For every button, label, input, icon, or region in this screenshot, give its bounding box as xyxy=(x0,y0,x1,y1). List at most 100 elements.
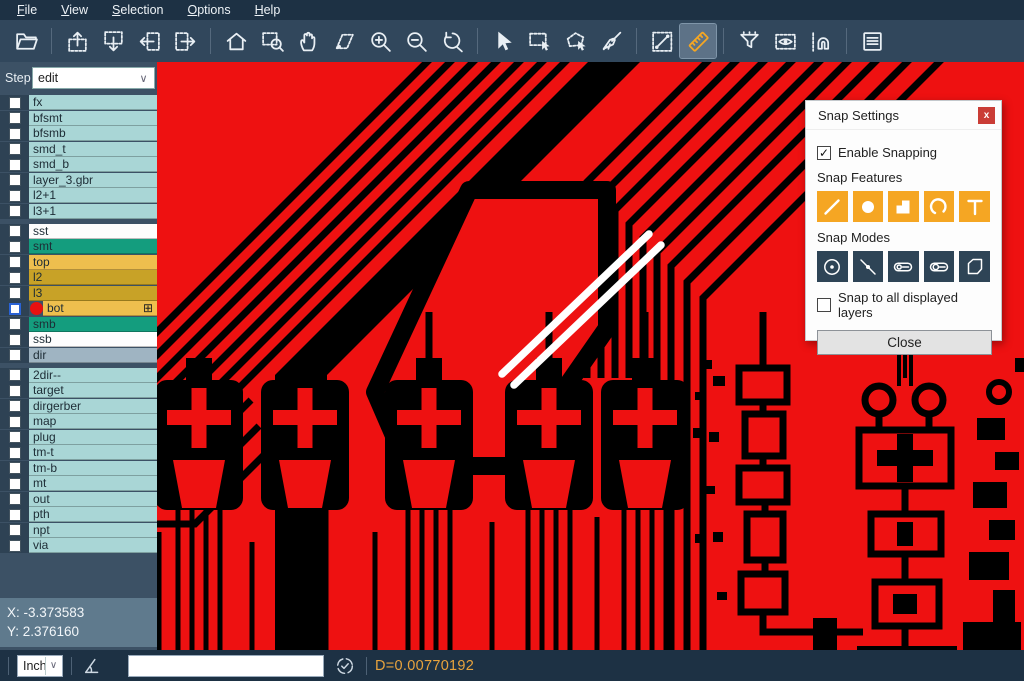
layer-visibility-checkbox[interactable] xyxy=(9,334,21,346)
layer-name-bar[interactable]: bfsmb xyxy=(29,126,157,141)
layer-name-bar[interactable]: mt xyxy=(29,476,157,491)
layer-visibility-checkbox[interactable] xyxy=(9,272,21,284)
home-view-icon[interactable] xyxy=(218,24,254,58)
dialog-titlebar[interactable]: Snap Settings x xyxy=(806,101,1001,130)
menu-view[interactable]: View xyxy=(50,2,99,18)
snap-feature-arc-button[interactable] xyxy=(924,191,955,222)
layer-visibility-checkbox[interactable] xyxy=(9,385,21,397)
layer-visibility-checkbox[interactable] xyxy=(9,128,21,140)
enable-snapping-checkbox[interactable]: ✓ xyxy=(817,146,831,160)
zoom-previous-icon[interactable] xyxy=(434,24,470,58)
apply-check-icon[interactable] xyxy=(332,654,358,678)
snap-feature-pad-button[interactable] xyxy=(853,191,884,222)
zoom-out-icon[interactable] xyxy=(398,24,434,58)
layer-visibility-checkbox[interactable] xyxy=(9,287,21,299)
layer-visibility-checkbox[interactable] xyxy=(9,524,21,536)
snap-mode-slot-b-button[interactable] xyxy=(924,251,955,282)
snap-feature-surface-button[interactable] xyxy=(888,191,919,222)
layer-name-bar[interactable]: sst xyxy=(29,224,157,239)
layer-name-bar[interactable]: dirgerber xyxy=(29,399,157,414)
layer-visibility-checkbox[interactable] xyxy=(9,303,21,315)
measure-ruler-icon[interactable] xyxy=(680,24,716,58)
pan-hand-icon[interactable] xyxy=(290,24,326,58)
measure-line-icon[interactable] xyxy=(644,24,680,58)
snap-mode-contour-button[interactable] xyxy=(959,251,990,282)
layer-name-bar[interactable]: 2dir-- xyxy=(29,368,157,383)
measure-input[interactable] xyxy=(128,655,324,677)
snap-mode-slot-a-button[interactable] xyxy=(888,251,919,282)
layer-visibility-checkbox[interactable] xyxy=(9,369,21,381)
clear-brush-icon[interactable] xyxy=(593,24,629,58)
zoom-dynamic-icon[interactable] xyxy=(326,24,362,58)
unit-select[interactable]: Inch ∨ xyxy=(17,655,63,677)
filter-icon[interactable] xyxy=(731,24,767,58)
layer-visibility-checkbox[interactable] xyxy=(9,431,21,443)
layer-name-bar[interactable]: tm-t xyxy=(29,445,157,460)
layer-visibility-checkbox[interactable] xyxy=(9,97,21,109)
layer-visibility-checkbox[interactable] xyxy=(9,540,21,552)
snap-feature-text-button[interactable] xyxy=(959,191,990,222)
angle-measure-icon[interactable] xyxy=(80,654,106,678)
layer-visibility-checkbox[interactable] xyxy=(9,112,21,124)
menu-selection[interactable]: Selection xyxy=(101,2,174,18)
layer-name-bar[interactable]: target xyxy=(29,383,157,398)
layer-visibility-checkbox[interactable] xyxy=(9,493,21,505)
select-poly-icon[interactable] xyxy=(557,24,593,58)
menu-file[interactable]: File xyxy=(6,2,48,18)
layer-visibility-checkbox[interactable] xyxy=(9,225,21,237)
layer-name-bar[interactable]: l3+1 xyxy=(29,204,157,219)
layer-name-bar[interactable]: top xyxy=(29,255,157,270)
layer-name-bar[interactable]: dir xyxy=(29,348,157,363)
layer-visibility-checkbox[interactable] xyxy=(9,462,21,474)
layer-name-bar[interactable]: bot⊞ xyxy=(43,301,157,316)
layer-visibility-checkbox[interactable] xyxy=(9,241,21,253)
select-cursor-icon[interactable] xyxy=(485,24,521,58)
all-layers-row[interactable]: Snap to all displayed layers xyxy=(817,290,990,320)
snap-mode-center-button[interactable] xyxy=(817,251,848,282)
dialog-close-icon[interactable]: x xyxy=(978,107,995,124)
enable-snapping-row[interactable]: ✓ Enable Snapping xyxy=(817,145,990,160)
layer-name-bar[interactable]: smd_t xyxy=(29,142,157,157)
layer-visibility-checkbox[interactable] xyxy=(9,159,21,171)
open-folder-icon[interactable] xyxy=(8,24,44,58)
layer-visibility-checkbox[interactable] xyxy=(9,190,21,202)
select-rect-icon[interactable] xyxy=(521,24,557,58)
step-select[interactable]: edit ∨ xyxy=(32,67,155,89)
shift-up-icon[interactable] xyxy=(59,24,95,58)
layer-name-bar[interactable]: layer_3.gbr xyxy=(29,173,157,188)
zoom-in-icon[interactable] xyxy=(362,24,398,58)
snap-mode-midpoint-button[interactable] xyxy=(853,251,884,282)
close-button[interactable]: Close xyxy=(817,330,992,355)
layer-name-bar[interactable]: npt xyxy=(29,523,157,538)
layer-name-bar[interactable]: smt xyxy=(29,239,157,254)
layer-name-bar[interactable]: pth xyxy=(29,507,157,522)
layer-name-bar[interactable]: fx xyxy=(29,95,157,110)
shift-right-icon[interactable] xyxy=(167,24,203,58)
layer-visibility-checkbox[interactable] xyxy=(9,509,21,521)
view-box-icon[interactable] xyxy=(767,24,803,58)
layer-name-bar[interactable]: plug xyxy=(29,430,157,445)
layer-name-bar[interactable]: smd_b xyxy=(29,157,157,172)
layer-name-bar[interactable]: via xyxy=(29,538,157,553)
all-layers-checkbox[interactable] xyxy=(817,298,831,312)
layer-name-bar[interactable]: smb xyxy=(29,317,157,332)
layer-visibility-checkbox[interactable] xyxy=(9,349,21,361)
layer-visibility-checkbox[interactable] xyxy=(9,174,21,186)
layer-visibility-checkbox[interactable] xyxy=(9,205,21,217)
report-form-icon[interactable] xyxy=(854,24,890,58)
layer-visibility-checkbox[interactable] xyxy=(9,400,21,412)
zoom-window-icon[interactable] xyxy=(254,24,290,58)
menu-options[interactable]: Options xyxy=(176,2,241,18)
layer-visibility-checkbox[interactable] xyxy=(9,256,21,268)
layer-visibility-checkbox[interactable] xyxy=(9,318,21,330)
snap-magnet-icon[interactable] xyxy=(803,24,839,58)
layer-name-bar[interactable]: l2 xyxy=(29,270,157,285)
layer-name-bar[interactable]: out xyxy=(29,492,157,507)
layer-visibility-checkbox[interactable] xyxy=(9,416,21,428)
layer-visibility-checkbox[interactable] xyxy=(9,447,21,459)
shift-down-icon[interactable] xyxy=(95,24,131,58)
layer-name-bar[interactable]: tm-b xyxy=(29,461,157,476)
layer-name-bar[interactable]: ssb xyxy=(29,332,157,347)
layer-name-bar[interactable]: bfsmt xyxy=(29,111,157,126)
shift-left-icon[interactable] xyxy=(131,24,167,58)
